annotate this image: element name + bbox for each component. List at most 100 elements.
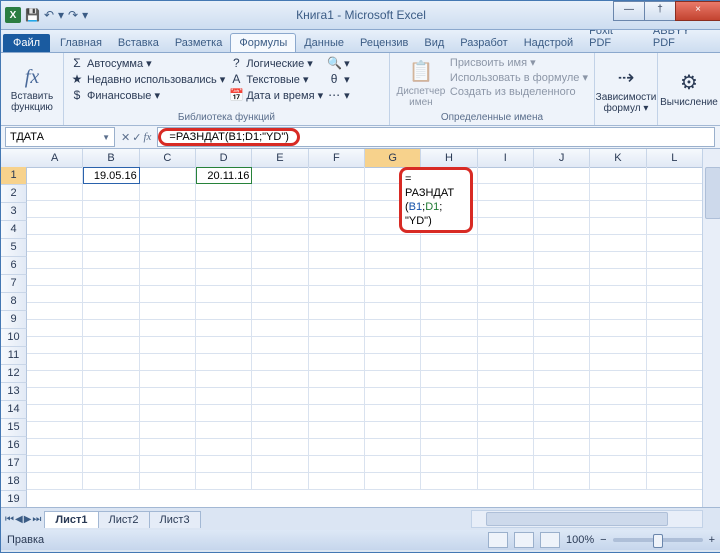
- cell-A5[interactable]: [27, 235, 83, 252]
- cell-E15[interactable]: [252, 405, 308, 422]
- cell-I6[interactable]: [478, 252, 534, 269]
- cell-I8[interactable]: [478, 286, 534, 303]
- cell-A14[interactable]: [27, 388, 83, 405]
- cell-D18[interactable]: [196, 456, 252, 473]
- cell-H13[interactable]: [421, 371, 477, 388]
- cell-H16[interactable]: [421, 422, 477, 439]
- cell-H17[interactable]: [421, 439, 477, 456]
- cell-J2[interactable]: [534, 184, 590, 201]
- cell-B11[interactable]: [83, 337, 139, 354]
- cell-H19[interactable]: [421, 473, 477, 490]
- cell-A8[interactable]: [27, 286, 83, 303]
- cell-G8[interactable]: [365, 286, 421, 303]
- cell-D14[interactable]: [196, 388, 252, 405]
- cell-C10[interactable]: [140, 320, 196, 337]
- cell-F15[interactable]: [309, 405, 365, 422]
- cell-K14[interactable]: [590, 388, 646, 405]
- cell-C19[interactable]: [140, 473, 196, 490]
- cell-F8[interactable]: [309, 286, 365, 303]
- cell-D1[interactable]: 20.11.16: [196, 167, 252, 184]
- use-in-formula-button[interactable]: Использовать в формуле ▾: [450, 70, 588, 85]
- cell-G9[interactable]: [365, 303, 421, 320]
- cell-E9[interactable]: [252, 303, 308, 320]
- cell-I3[interactable]: [478, 201, 534, 218]
- cell-C8[interactable]: [140, 286, 196, 303]
- redo-icon[interactable]: ↷: [68, 8, 78, 22]
- cell-H14[interactable]: [421, 388, 477, 405]
- cell-I10[interactable]: [478, 320, 534, 337]
- text-button[interactable]: AТекстовые ▾: [229, 71, 323, 87]
- cell-L11[interactable]: [647, 337, 703, 354]
- cell-E4[interactable]: [252, 218, 308, 235]
- cell-F19[interactable]: [309, 473, 365, 490]
- cell-K11[interactable]: [590, 337, 646, 354]
- cell-A12[interactable]: [27, 354, 83, 371]
- cell-G7[interactable]: [365, 269, 421, 286]
- col-header-F[interactable]: F: [309, 149, 365, 167]
- cell-I14[interactable]: [478, 388, 534, 405]
- cell-K9[interactable]: [590, 303, 646, 320]
- row-header-2[interactable]: 2: [1, 185, 27, 203]
- cell-B12[interactable]: [83, 354, 139, 371]
- cell-F14[interactable]: [309, 388, 365, 405]
- row-header-17[interactable]: 17: [1, 455, 27, 473]
- cell-J12[interactable]: [534, 354, 590, 371]
- cell-A1[interactable]: [27, 167, 83, 184]
- cell-H12[interactable]: [421, 354, 477, 371]
- qat-dd-icon[interactable]: ▾: [58, 8, 64, 22]
- cell-E1[interactable]: [252, 167, 308, 184]
- cell-J19[interactable]: [534, 473, 590, 490]
- col-header-E[interactable]: E: [252, 149, 308, 167]
- row-header-4[interactable]: 4: [1, 221, 27, 239]
- maximize-button[interactable]: †: [644, 1, 676, 21]
- fx-button[interactable]: fx: [143, 131, 151, 144]
- row-header-1[interactable]: 1: [1, 167, 27, 185]
- ribbon-tab-2[interactable]: Разметка: [167, 34, 231, 52]
- cancel-formula-button[interactable]: ✕: [121, 131, 130, 144]
- row-header-10[interactable]: 10: [1, 329, 27, 347]
- row-header-12[interactable]: 12: [1, 365, 27, 383]
- insert-function-button[interactable]: fx Вставить функцию: [7, 55, 57, 123]
- cell-D6[interactable]: [196, 252, 252, 269]
- autosum-button[interactable]: ΣАвтосумма ▾: [70, 55, 225, 71]
- cell-K12[interactable]: [590, 354, 646, 371]
- financial-button[interactable]: $Финансовые ▾: [70, 87, 225, 103]
- cell-F17[interactable]: [309, 439, 365, 456]
- cell-A17[interactable]: [27, 439, 83, 456]
- cell-K13[interactable]: [590, 371, 646, 388]
- cell-A7[interactable]: [27, 269, 83, 286]
- cell-K2[interactable]: [590, 184, 646, 201]
- cell-edit-overlay[interactable]: = РАЗНДАТ (B1;D1; "YD"): [399, 167, 473, 233]
- col-header-G[interactable]: G: [365, 149, 421, 167]
- cell-I18[interactable]: [478, 456, 534, 473]
- cell-L16[interactable]: [647, 422, 703, 439]
- cell-E13[interactable]: [252, 371, 308, 388]
- cell-E12[interactable]: [252, 354, 308, 371]
- cell-G15[interactable]: [365, 405, 421, 422]
- datetime-button[interactable]: 📅Дата и время ▾: [229, 87, 323, 103]
- undo-icon[interactable]: ↶: [44, 8, 54, 22]
- cell-J13[interactable]: [534, 371, 590, 388]
- ribbon-tab-6[interactable]: Вид: [416, 34, 452, 52]
- cell-K7[interactable]: [590, 269, 646, 286]
- cell-G11[interactable]: [365, 337, 421, 354]
- cell-I11[interactable]: [478, 337, 534, 354]
- cell-D7[interactable]: [196, 269, 252, 286]
- cell-K4[interactable]: [590, 218, 646, 235]
- cell-F11[interactable]: [309, 337, 365, 354]
- cell-D15[interactable]: [196, 405, 252, 422]
- cell-H11[interactable]: [421, 337, 477, 354]
- cell-C14[interactable]: [140, 388, 196, 405]
- cell-A6[interactable]: [27, 252, 83, 269]
- cell-I2[interactable]: [478, 184, 534, 201]
- cell-I9[interactable]: [478, 303, 534, 320]
- cell-G6[interactable]: [365, 252, 421, 269]
- cell-L17[interactable]: [647, 439, 703, 456]
- logical-button[interactable]: ?Логические ▾: [229, 55, 323, 71]
- cell-G10[interactable]: [365, 320, 421, 337]
- cell-C12[interactable]: [140, 354, 196, 371]
- cell-D13[interactable]: [196, 371, 252, 388]
- row-header-11[interactable]: 11: [1, 347, 27, 365]
- cell-G14[interactable]: [365, 388, 421, 405]
- cell-F7[interactable]: [309, 269, 365, 286]
